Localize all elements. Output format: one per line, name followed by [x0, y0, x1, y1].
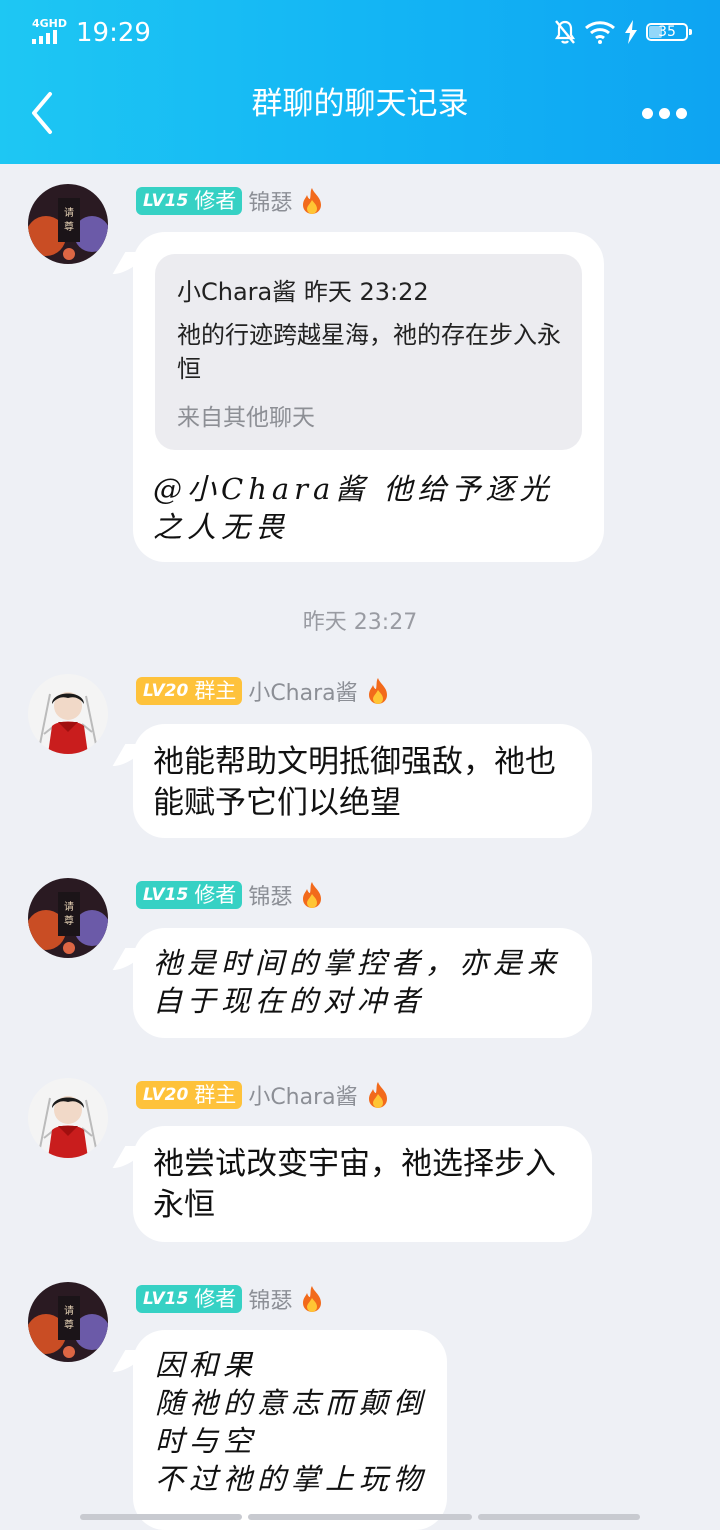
- dot-icon: [659, 107, 670, 119]
- level-label: LV15: [143, 191, 189, 211]
- quoted-message[interactable]: 小Chara酱 昨天 23:22 祂的行迹跨越星海，祂的存在步入永恒 来自其他聊…: [155, 254, 582, 450]
- fire-icon: [368, 678, 387, 704]
- message-text: 祂尝试改变宇宙，祂选择步入永恒: [153, 1146, 556, 1223]
- fire-icon: [303, 882, 322, 908]
- level-badge: LV15 修者: [136, 1285, 243, 1313]
- gesture-bar: [248, 1514, 472, 1520]
- avatar[interactable]: 请 尊: [28, 878, 108, 958]
- role-label: 群主: [194, 1083, 237, 1107]
- message-line: 不过祂的掌上玩物: [155, 1462, 428, 1496]
- message-line: 随祂的意志而颠倒: [155, 1386, 428, 1420]
- avatar-image: 请 尊: [28, 878, 108, 958]
- svg-text:尊: 尊: [64, 1318, 74, 1331]
- dot-icon: [642, 107, 653, 119]
- status-bar: 4GHD 19:29 35: [0, 0, 720, 64]
- timestamp-divider: 昨天 23:27: [302, 610, 418, 635]
- gesture-bar: [80, 1514, 242, 1520]
- svg-text:请: 请: [64, 900, 74, 913]
- network-type: 4GHD: [32, 17, 68, 30]
- message-bubble[interactable]: 因和果 随祂的意志而颠倒 时与空 不过祂的掌上玩物: [133, 1330, 447, 1530]
- avatar-image: [28, 674, 108, 754]
- sender-meta: LV15 修者 锦瑟: [136, 1284, 324, 1314]
- signal-icon: [32, 30, 57, 44]
- avatar-image: 请 尊: [28, 184, 108, 264]
- gesture-bar: [478, 1514, 640, 1520]
- svg-text:尊: 尊: [64, 220, 74, 233]
- status-icons: 35: [554, 18, 692, 46]
- battery-indicator: 35: [646, 23, 692, 41]
- fire-icon: [303, 188, 322, 214]
- svg-text:请: 请: [64, 1304, 74, 1317]
- role-label: 修者: [194, 189, 237, 213]
- level-label: LV15: [143, 1289, 189, 1309]
- avatar[interactable]: [28, 674, 108, 754]
- avatar[interactable]: 请 尊: [28, 1282, 108, 1362]
- svg-text:请: 请: [64, 206, 74, 219]
- status-time: 19:29: [76, 18, 151, 48]
- message-bubble[interactable]: 祂是时间的掌控者，亦是来自于现在的对冲者: [133, 928, 592, 1038]
- sender-meta: LV15 修者 锦瑟: [136, 186, 324, 216]
- role-label: 修者: [194, 883, 237, 907]
- page-title: 群聊的聊天记录: [251, 86, 469, 122]
- fire-icon: [368, 1082, 387, 1108]
- sender-name[interactable]: 锦瑟: [248, 879, 292, 911]
- message-bubble[interactable]: 小Chara酱 昨天 23:22 祂的行迹跨越星海，祂的存在步入永恒 来自其他聊…: [133, 232, 604, 562]
- avatar-image: 请 尊: [28, 1282, 108, 1362]
- role-label: 修者: [194, 1287, 237, 1311]
- sender-meta: LV15 修者 锦瑟: [136, 880, 324, 910]
- sender-name[interactable]: 锦瑟: [248, 185, 292, 217]
- charging-icon: [625, 20, 637, 44]
- sender-meta: LV20 群主 小Chara酱: [136, 676, 390, 706]
- message-line: 因和果: [155, 1348, 258, 1382]
- quote-header: 小Chara酱 昨天 23:22: [177, 278, 429, 306]
- level-label: LV15: [143, 885, 189, 905]
- message-text: 祂是时间的掌控者，亦是来自于现在的对冲者: [153, 946, 562, 1018]
- quote-source: 来自其他聊天: [177, 405, 315, 431]
- message-text: @小Chara酱 他给予逐光之人无畏: [153, 472, 554, 544]
- more-options-button[interactable]: [642, 103, 688, 123]
- avatar-image: [28, 1078, 108, 1158]
- level-badge: LV15 修者: [136, 881, 243, 909]
- sender-name[interactable]: 小Chara酱: [248, 675, 357, 707]
- level-badge: LV20 群主: [136, 1081, 243, 1109]
- sender-name[interactable]: 小Chara酱: [248, 1079, 357, 1111]
- header: 4GHD 19:29 35 群聊的聊天记录: [0, 0, 720, 164]
- message-text: 祂能帮助文明抵御强敌，祂也能赋予它们以绝望: [153, 744, 556, 821]
- message-line: 时与空: [155, 1424, 258, 1458]
- level-label: LV20: [143, 681, 189, 701]
- mute-bell-icon: [554, 20, 576, 44]
- sender-name[interactable]: 锦瑟: [248, 1283, 292, 1315]
- role-label: 群主: [194, 679, 237, 703]
- level-badge: LV15 修者: [136, 187, 243, 215]
- level-label: LV20: [143, 1085, 189, 1105]
- quote-text: 祂的行迹跨越星海，祂的存在步入永恒: [177, 321, 561, 383]
- wifi-icon: [585, 21, 615, 44]
- sender-meta: LV20 群主 小Chara酱: [136, 1080, 390, 1110]
- message-text: 因和果 随祂的意志而颠倒 时与空 不过祂的掌上玩物: [155, 1346, 427, 1498]
- svg-text:尊: 尊: [64, 914, 74, 927]
- message-bubble[interactable]: 祂尝试改变宇宙，祂选择步入永恒: [133, 1126, 592, 1242]
- dot-icon: [676, 107, 687, 119]
- avatar[interactable]: 请 尊: [28, 184, 108, 264]
- battery-level: 35: [658, 24, 676, 40]
- message-bubble[interactable]: 祂能帮助文明抵御强敌，祂也能赋予它们以绝望: [133, 724, 592, 838]
- fire-icon: [303, 1286, 322, 1312]
- avatar[interactable]: [28, 1078, 108, 1158]
- level-badge: LV20 群主: [136, 677, 243, 705]
